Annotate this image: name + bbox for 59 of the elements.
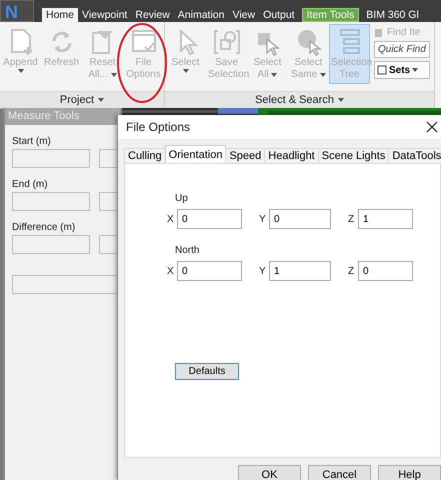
dialog-button[interactable]: Help: [378, 465, 441, 480]
axis-label: Z: [348, 214, 356, 224]
caret-icon: [182, 69, 188, 73]
close-icon[interactable]: [425, 120, 439, 134]
input-field[interactable]: 0: [177, 261, 242, 281]
field-label: Start (m): [12, 136, 52, 147]
caret-icon: [412, 68, 418, 72]
input-field[interactable]: [12, 235, 90, 254]
caret-icon: [110, 73, 117, 77]
axis-label: Z: [348, 266, 356, 276]
input-field[interactable]: [99, 192, 118, 211]
field-label: End (m): [12, 179, 49, 190]
ribbon-group-label[interactable]: Select & Search: [165, 91, 434, 108]
caret-icon: [18, 69, 24, 73]
input-field[interactable]: 0: [177, 209, 242, 229]
sets-icon: [377, 65, 387, 75]
dialog-button[interactable]: Cancel: [308, 465, 371, 480]
ribbon-tab[interactable]: Output: [259, 8, 299, 22]
group-label: Up: [175, 193, 189, 204]
dialog-tab[interactable]: Culling: [124, 148, 166, 163]
input-field[interactable]: [12, 192, 90, 211]
dialog-tab[interactable]: Speed: [225, 148, 266, 163]
input-field[interactable]: 1: [269, 261, 331, 281]
input-field[interactable]: 0: [358, 261, 413, 281]
ribbon-tab[interactable]: Animation: [174, 8, 228, 22]
ribbon-tab[interactable]: Review: [131, 8, 174, 22]
input-field[interactable]: 0: [269, 209, 331, 229]
axis-label: Y: [259, 266, 267, 276]
input-field[interactable]: [99, 149, 118, 168]
defaults-button[interactable]: Defaults: [175, 363, 239, 380]
find-icon: [374, 28, 384, 38]
dialog-title: File Options: [126, 120, 190, 134]
dialog-tab[interactable]: Orientation: [164, 145, 226, 163]
panel-title: Measure Tools: [5, 108, 120, 125]
caret-icon: [271, 73, 278, 77]
input-field[interactable]: [99, 235, 118, 254]
caret-icon: [320, 73, 326, 77]
shapes-bracket-icon: [212, 27, 242, 57]
quick-find-field[interactable]: Quick Find: [374, 41, 430, 58]
axis-label: X: [167, 266, 175, 276]
field-label: Difference (m): [12, 222, 76, 233]
caret-icon: [98, 98, 104, 102]
ribbon-tab[interactable]: Home: [42, 8, 78, 22]
input-field[interactable]: [12, 275, 118, 294]
group-label: North: [175, 245, 200, 256]
dialog-tab[interactable]: DataTools: [388, 148, 441, 163]
sets-dropdown[interactable]: Sets: [374, 61, 430, 79]
axis-label: X: [167, 214, 175, 224]
ribbon-tab[interactable]: Viewpoint: [78, 8, 132, 22]
ribbon-group-label[interactable]: Project: [0, 91, 164, 108]
axis-label: Y: [259, 214, 267, 224]
dialog-tab[interactable]: Headlight: [264, 148, 319, 163]
ribbon-tab[interactable]: BIM 360 Gl: [362, 8, 423, 22]
dialog-button[interactable]: OK: [238, 465, 301, 480]
caret-icon: [338, 98, 344, 102]
input-field[interactable]: [12, 149, 90, 168]
input-field[interactable]: 1: [358, 209, 413, 229]
dialog-tab[interactable]: Scene Lights: [318, 148, 390, 163]
ribbon-tab[interactable]: View: [228, 8, 260, 22]
